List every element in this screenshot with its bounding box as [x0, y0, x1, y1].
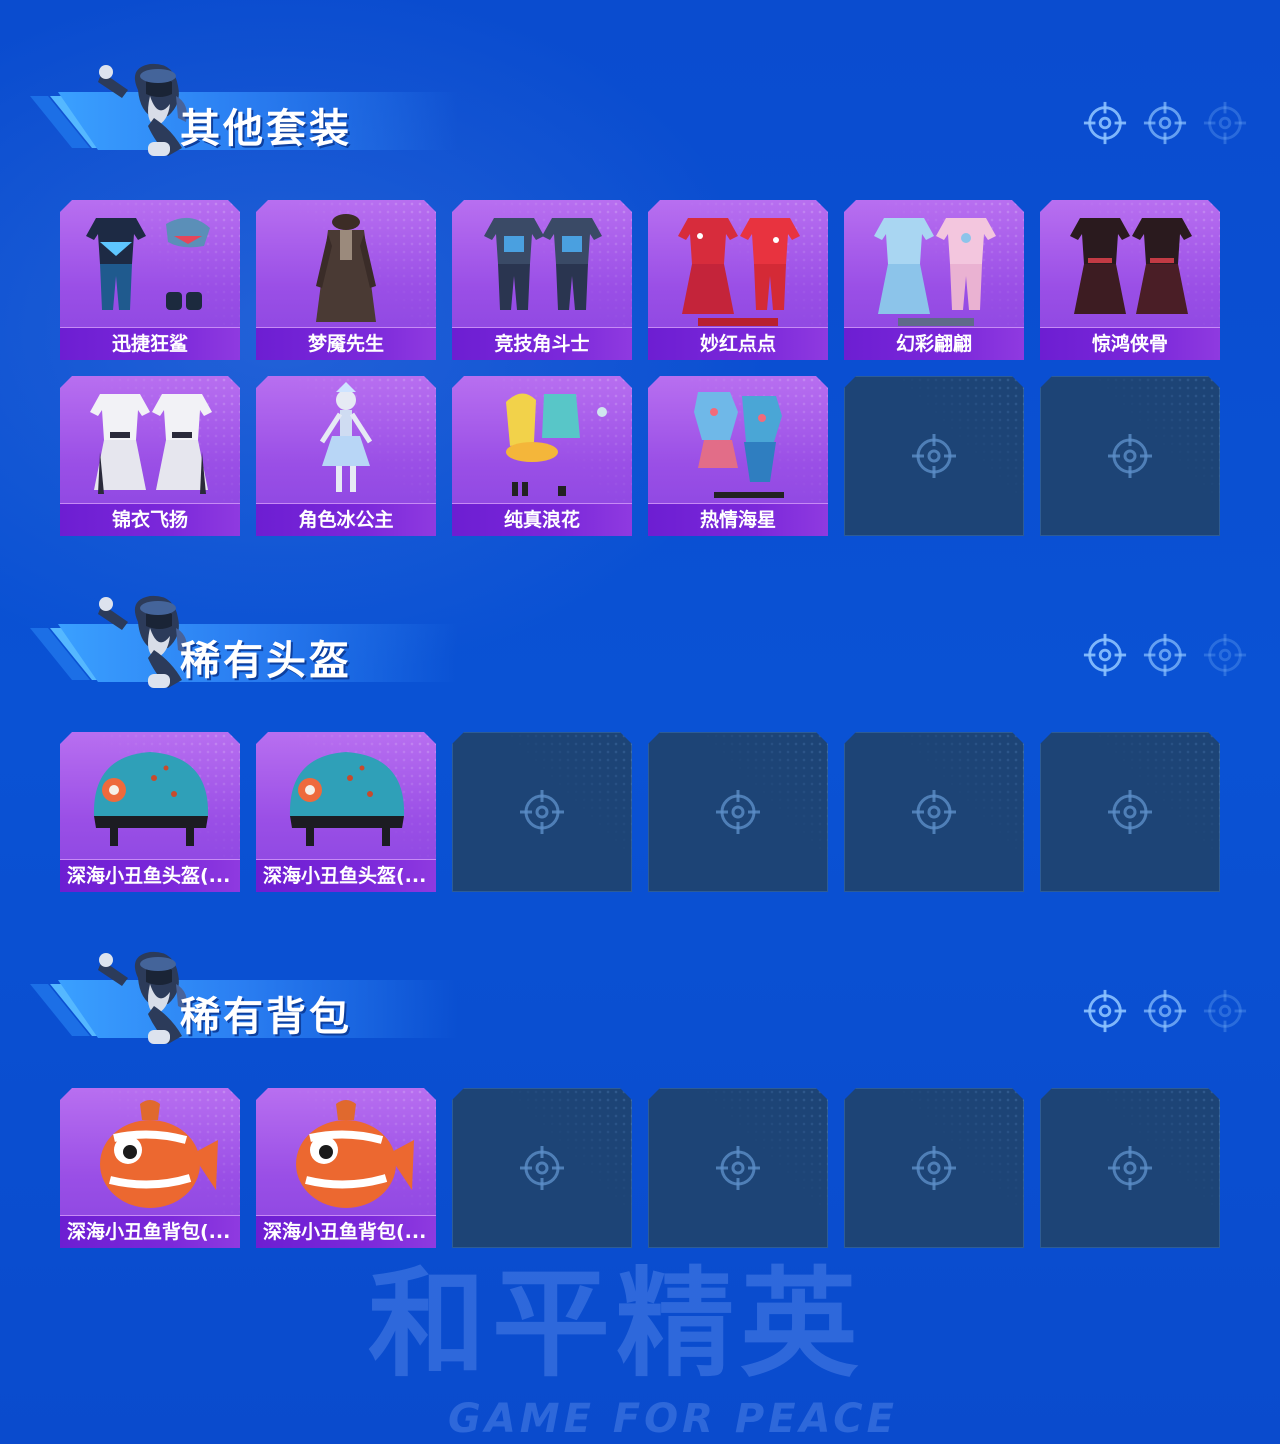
item-name: 深海小丑鱼头盔(... [256, 859, 436, 892]
item-card[interactable]: 竞技角斗士 [452, 200, 632, 360]
crosshair-icon [1202, 100, 1248, 146]
pastel-dress-outfit-icon [854, 206, 1014, 326]
crosshair-icon [910, 1144, 958, 1192]
white-robe-outfit-icon [70, 382, 230, 502]
item-card[interactable]: 妙红点点 [648, 200, 828, 360]
item-card[interactable]: 深海小丑鱼背包(... [60, 1088, 240, 1248]
ice-princess-character-icon [266, 382, 426, 502]
crosshair-icon [1082, 100, 1128, 146]
crosshair-icon [1142, 988, 1188, 1034]
section-3: 稀有背包深海小丑鱼背包(... 深海小丑鱼背包(... [0, 944, 1280, 1284]
item-card[interactable]: 深海小丑鱼背包(... [256, 1088, 436, 1248]
section-title: 稀有背包 [180, 994, 352, 1040]
crosshair-icon [714, 1144, 762, 1192]
crosshair-icon [1202, 988, 1248, 1034]
starfish-outfit-icon [658, 382, 818, 502]
decorative-reticles [1082, 100, 1252, 150]
crosshair-icon [1082, 632, 1128, 678]
black-robe-outfit-icon [1050, 206, 1210, 326]
item-name: 角色冰公主 [256, 503, 436, 536]
empty-item-slot [844, 732, 1024, 892]
shark-outfit-icon [70, 206, 230, 326]
decorative-reticles [1082, 988, 1252, 1038]
section-title: 其他套装 [180, 106, 352, 152]
item-card[interactable]: 角色冰公主 [256, 376, 436, 536]
crosshair-icon [1106, 788, 1154, 836]
crosshair-icon [910, 432, 958, 480]
item-card[interactable]: 锦衣飞扬 [60, 376, 240, 536]
empty-item-slot [844, 376, 1024, 536]
empty-item-slot [1040, 376, 1220, 536]
empty-item-slot [648, 1088, 828, 1248]
watermark-logo-en: GAME FOR PEACE [448, 1396, 898, 1442]
item-card[interactable]: 惊鸿侠骨 [1040, 200, 1220, 360]
item-name: 幻彩翩翩 [844, 327, 1024, 360]
item-card[interactable]: 深海小丑鱼头盔(... [60, 732, 240, 892]
empty-item-slot [1040, 732, 1220, 892]
item-name: 深海小丑鱼头盔(... [60, 859, 240, 892]
item-name: 惊鸿侠骨 [1040, 327, 1220, 360]
crosshair-icon [518, 1144, 566, 1192]
item-name: 梦魇先生 [256, 327, 436, 360]
item-name: 妙红点点 [648, 327, 828, 360]
item-card[interactable]: 梦魇先生 [256, 200, 436, 360]
section-header: 其他套装 [28, 56, 458, 166]
item-card[interactable]: 幻彩翩翩 [844, 200, 1024, 360]
item-name: 竞技角斗士 [452, 327, 632, 360]
empty-item-slot [452, 732, 632, 892]
crosshair-icon [1202, 632, 1248, 678]
empty-item-slot [452, 1088, 632, 1248]
section-header: 稀有头盔 [28, 588, 458, 698]
item-name: 锦衣飞扬 [60, 503, 240, 536]
crosshair-icon [1106, 432, 1154, 480]
empty-item-slot [648, 732, 828, 892]
item-card[interactable]: 纯真浪花 [452, 376, 632, 536]
crosshair-icon [1142, 632, 1188, 678]
item-card[interactable]: 热情海星 [648, 376, 828, 536]
crosshair-icon [714, 788, 762, 836]
clownfish-backpack-icon [266, 1094, 426, 1214]
armor-outfit-icon [462, 206, 622, 326]
coat-outfit-icon [266, 206, 426, 326]
section-2: 稀有头盔深海小丑鱼头盔(... 深海小丑鱼头盔(... [0, 588, 1280, 928]
crosshair-icon [1106, 1144, 1154, 1192]
crosshair-icon [518, 788, 566, 836]
red-dress-outfit-icon [658, 206, 818, 326]
item-card[interactable]: 深海小丑鱼头盔(... [256, 732, 436, 892]
section-title: 稀有头盔 [180, 638, 352, 684]
crosshair-icon [1082, 988, 1128, 1034]
duck-outfit-icon [462, 382, 622, 502]
item-name: 热情海星 [648, 503, 828, 536]
item-name: 纯真浪花 [452, 503, 632, 536]
crosshair-icon [1142, 100, 1188, 146]
item-name: 深海小丑鱼背包(... [256, 1215, 436, 1248]
section-header: 稀有背包 [28, 944, 458, 1054]
section-1: 其他套装迅捷狂鲨 梦魇先生 竞技角斗士 妙红点点 幻彩翩翩 惊鸿侠骨锦衣飞扬 角色冰公主 纯真… [0, 56, 1280, 556]
item-card[interactable]: 迅捷狂鲨 [60, 200, 240, 360]
empty-item-slot [1040, 1088, 1220, 1248]
item-name: 深海小丑鱼背包(... [60, 1215, 240, 1248]
decorative-reticles [1082, 632, 1252, 682]
clownfish-backpack-icon [70, 1094, 230, 1214]
crosshair-icon [910, 788, 958, 836]
watermark-logo-cn: 和平精英 [368, 1255, 865, 1393]
item-name: 迅捷狂鲨 [60, 327, 240, 360]
empty-item-slot [844, 1088, 1024, 1248]
clownfish-helmet-icon [70, 738, 230, 858]
clownfish-helmet-icon [266, 738, 426, 858]
